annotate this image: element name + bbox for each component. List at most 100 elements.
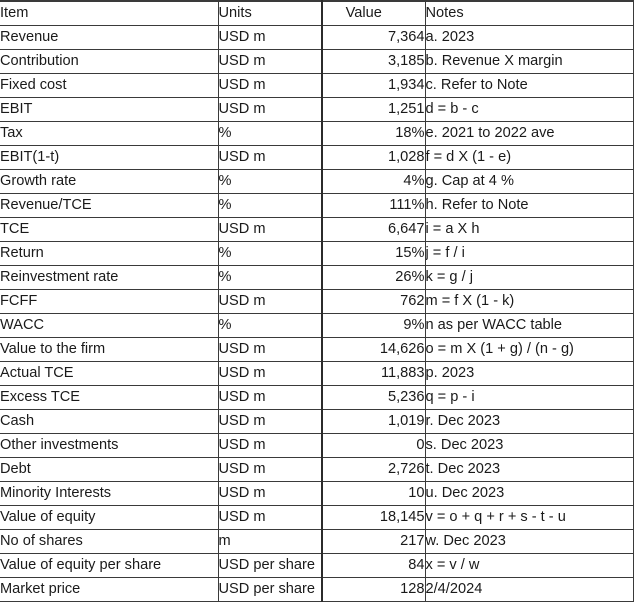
- cell-value: 111%: [322, 193, 426, 218]
- cell-units: USD m: [218, 49, 323, 74]
- cell-units: USD m: [218, 385, 323, 410]
- cell-item: Reinvestment rate: [0, 265, 219, 290]
- cell-value: 1,019: [322, 409, 426, 434]
- cell-units: USD m: [218, 73, 323, 98]
- cell-item: WACC: [0, 313, 219, 338]
- cell-value: 2,726: [322, 457, 426, 482]
- table-row: Return% 15% j = f / i: [0, 241, 634, 266]
- cell-value: 3,185: [322, 49, 426, 74]
- cell-notes: h. Refer to Note: [425, 193, 634, 218]
- table-row: Reinvestment rate% 26% k = g / j: [0, 265, 634, 290]
- cell-units: USD m: [218, 505, 323, 530]
- table-row: Tax% 18% e. 2021 to 2022 ave: [0, 121, 634, 146]
- cell-item: Other investments: [0, 433, 219, 458]
- cell-item: Value to the firm: [0, 337, 219, 362]
- cell-notes: e. 2021 to 2022 ave: [425, 121, 634, 146]
- cell-item: Excess TCE: [0, 385, 219, 410]
- cell-units: USD m: [218, 433, 323, 458]
- cell-units: USD per share: [218, 577, 323, 602]
- cell-value: 11,883: [322, 361, 426, 386]
- cell-units: m: [218, 529, 323, 554]
- cell-item: Fixed cost: [0, 73, 219, 98]
- cell-notes: k = g / j: [425, 265, 634, 290]
- cell-units: %: [218, 193, 323, 218]
- cell-value: 7,364: [322, 25, 426, 50]
- cell-notes: s. Dec 2023: [425, 433, 634, 458]
- cell-value: 84: [322, 553, 426, 578]
- table-row: Fixed cost USD m 1,934 c. Refer to Note: [0, 73, 634, 98]
- cell-notes: r. Dec 2023: [425, 409, 634, 434]
- cell-notes: 2/4/2024: [425, 577, 634, 602]
- table-row: Actual TCE USD m 11,883 p. 2023: [0, 361, 634, 386]
- cell-item: Growth rate: [0, 169, 219, 194]
- cell-units: %: [218, 265, 323, 290]
- cell-units: USD m: [218, 481, 323, 506]
- cell-item: TCE: [0, 217, 219, 242]
- cell-value: 1,028: [322, 145, 426, 170]
- cell-item: Revenue: [0, 25, 219, 50]
- cell-item: EBIT(1-t): [0, 145, 219, 170]
- cell-item: Contribution: [0, 49, 219, 74]
- cell-notes: v = o + q + r + s - t - u: [425, 505, 634, 530]
- cell-units: USD m: [218, 145, 323, 170]
- cell-item: No of shares: [0, 529, 219, 554]
- cell-item: Tax: [0, 121, 219, 146]
- cell-item: Cash: [0, 409, 219, 434]
- table-row: Market price USD per share 128 2/4/2024: [0, 577, 634, 602]
- cell-value: 4%: [322, 169, 426, 194]
- table-row: Value to the firm USD m 14,626 o = m X (1 +…: [0, 337, 634, 362]
- table-header: Item Units Value Notes: [0, 1, 634, 26]
- table-header-row: Item Units Value Notes: [0, 1, 634, 26]
- table-row: Value of equity USD m 18,145 v = o + q + r …: [0, 505, 634, 530]
- cell-value: 18,145: [322, 505, 426, 530]
- cell-value: 5,236: [322, 385, 426, 410]
- cell-notes: u. Dec 2023: [425, 481, 634, 506]
- cell-notes: w. Dec 2023: [425, 529, 634, 554]
- table-row: No of shares m 217 w. Dec 2023: [0, 529, 634, 554]
- table-row: Other investments USD m 0 s. Dec 2023: [0, 433, 634, 458]
- cell-value: 1,934: [322, 73, 426, 98]
- table-row: Minority Interests USD m 10 u. Dec 2023: [0, 481, 634, 506]
- table-row: Excess TCE USD m 5,236 q = p - i: [0, 385, 634, 410]
- cell-value: 26%: [322, 265, 426, 290]
- table-row: EBIT USD m 1,251 d = b - c: [0, 97, 634, 122]
- cell-units: USD m: [218, 457, 323, 482]
- cell-units: USD m: [218, 289, 323, 314]
- cell-notes: q = p - i: [425, 385, 634, 410]
- cell-units: USD m: [218, 97, 323, 122]
- cell-units: USD m: [218, 337, 323, 362]
- valuation-sheet: Item Units Value Notes Revenue USD m 7,364…: [0, 0, 634, 602]
- cell-item: Actual TCE: [0, 361, 219, 386]
- cell-notes: d = b - c: [425, 97, 634, 122]
- cell-notes: n as per WACC table: [425, 313, 634, 338]
- cell-item: Return: [0, 241, 219, 266]
- cell-notes: g. Cap at 4 %: [425, 169, 634, 194]
- cell-item: Debt: [0, 457, 219, 482]
- cell-notes: t. Dec 2023: [425, 457, 634, 482]
- cell-value: 217: [322, 529, 426, 554]
- cell-item: Value of equity per share: [0, 553, 219, 578]
- cell-notes: m = f X (1 - k): [425, 289, 634, 314]
- table-row: Growth rate% 4% g. Cap at 4 %: [0, 169, 634, 194]
- table-row: Revenue/TCE% 111% h. Refer to Note: [0, 193, 634, 218]
- column-header-value: Value: [322, 1, 426, 26]
- cell-units: USD per share: [218, 553, 323, 578]
- cell-item: FCFF: [0, 289, 219, 314]
- cell-item: Minority Interests: [0, 481, 219, 506]
- cell-value: 14,626: [322, 337, 426, 362]
- table-row: Revenue USD m 7,364 a. 2023: [0, 25, 634, 50]
- cell-value: 762: [322, 289, 426, 314]
- cell-units: USD m: [218, 25, 323, 50]
- cell-units: %: [218, 169, 323, 194]
- cell-value: 10: [322, 481, 426, 506]
- cell-item: Revenue/TCE: [0, 193, 219, 218]
- cell-item: Market price: [0, 577, 219, 602]
- cell-item: Value of equity: [0, 505, 219, 530]
- cell-notes: p. 2023: [425, 361, 634, 386]
- cell-value: 1,251: [322, 97, 426, 122]
- cell-units: %: [218, 241, 323, 266]
- cell-notes: a. 2023: [425, 25, 634, 50]
- cell-value: 15%: [322, 241, 426, 266]
- table-row: Cash USD m 1,019 r. Dec 2023: [0, 409, 634, 434]
- cell-notes: b. Revenue X margin: [425, 49, 634, 74]
